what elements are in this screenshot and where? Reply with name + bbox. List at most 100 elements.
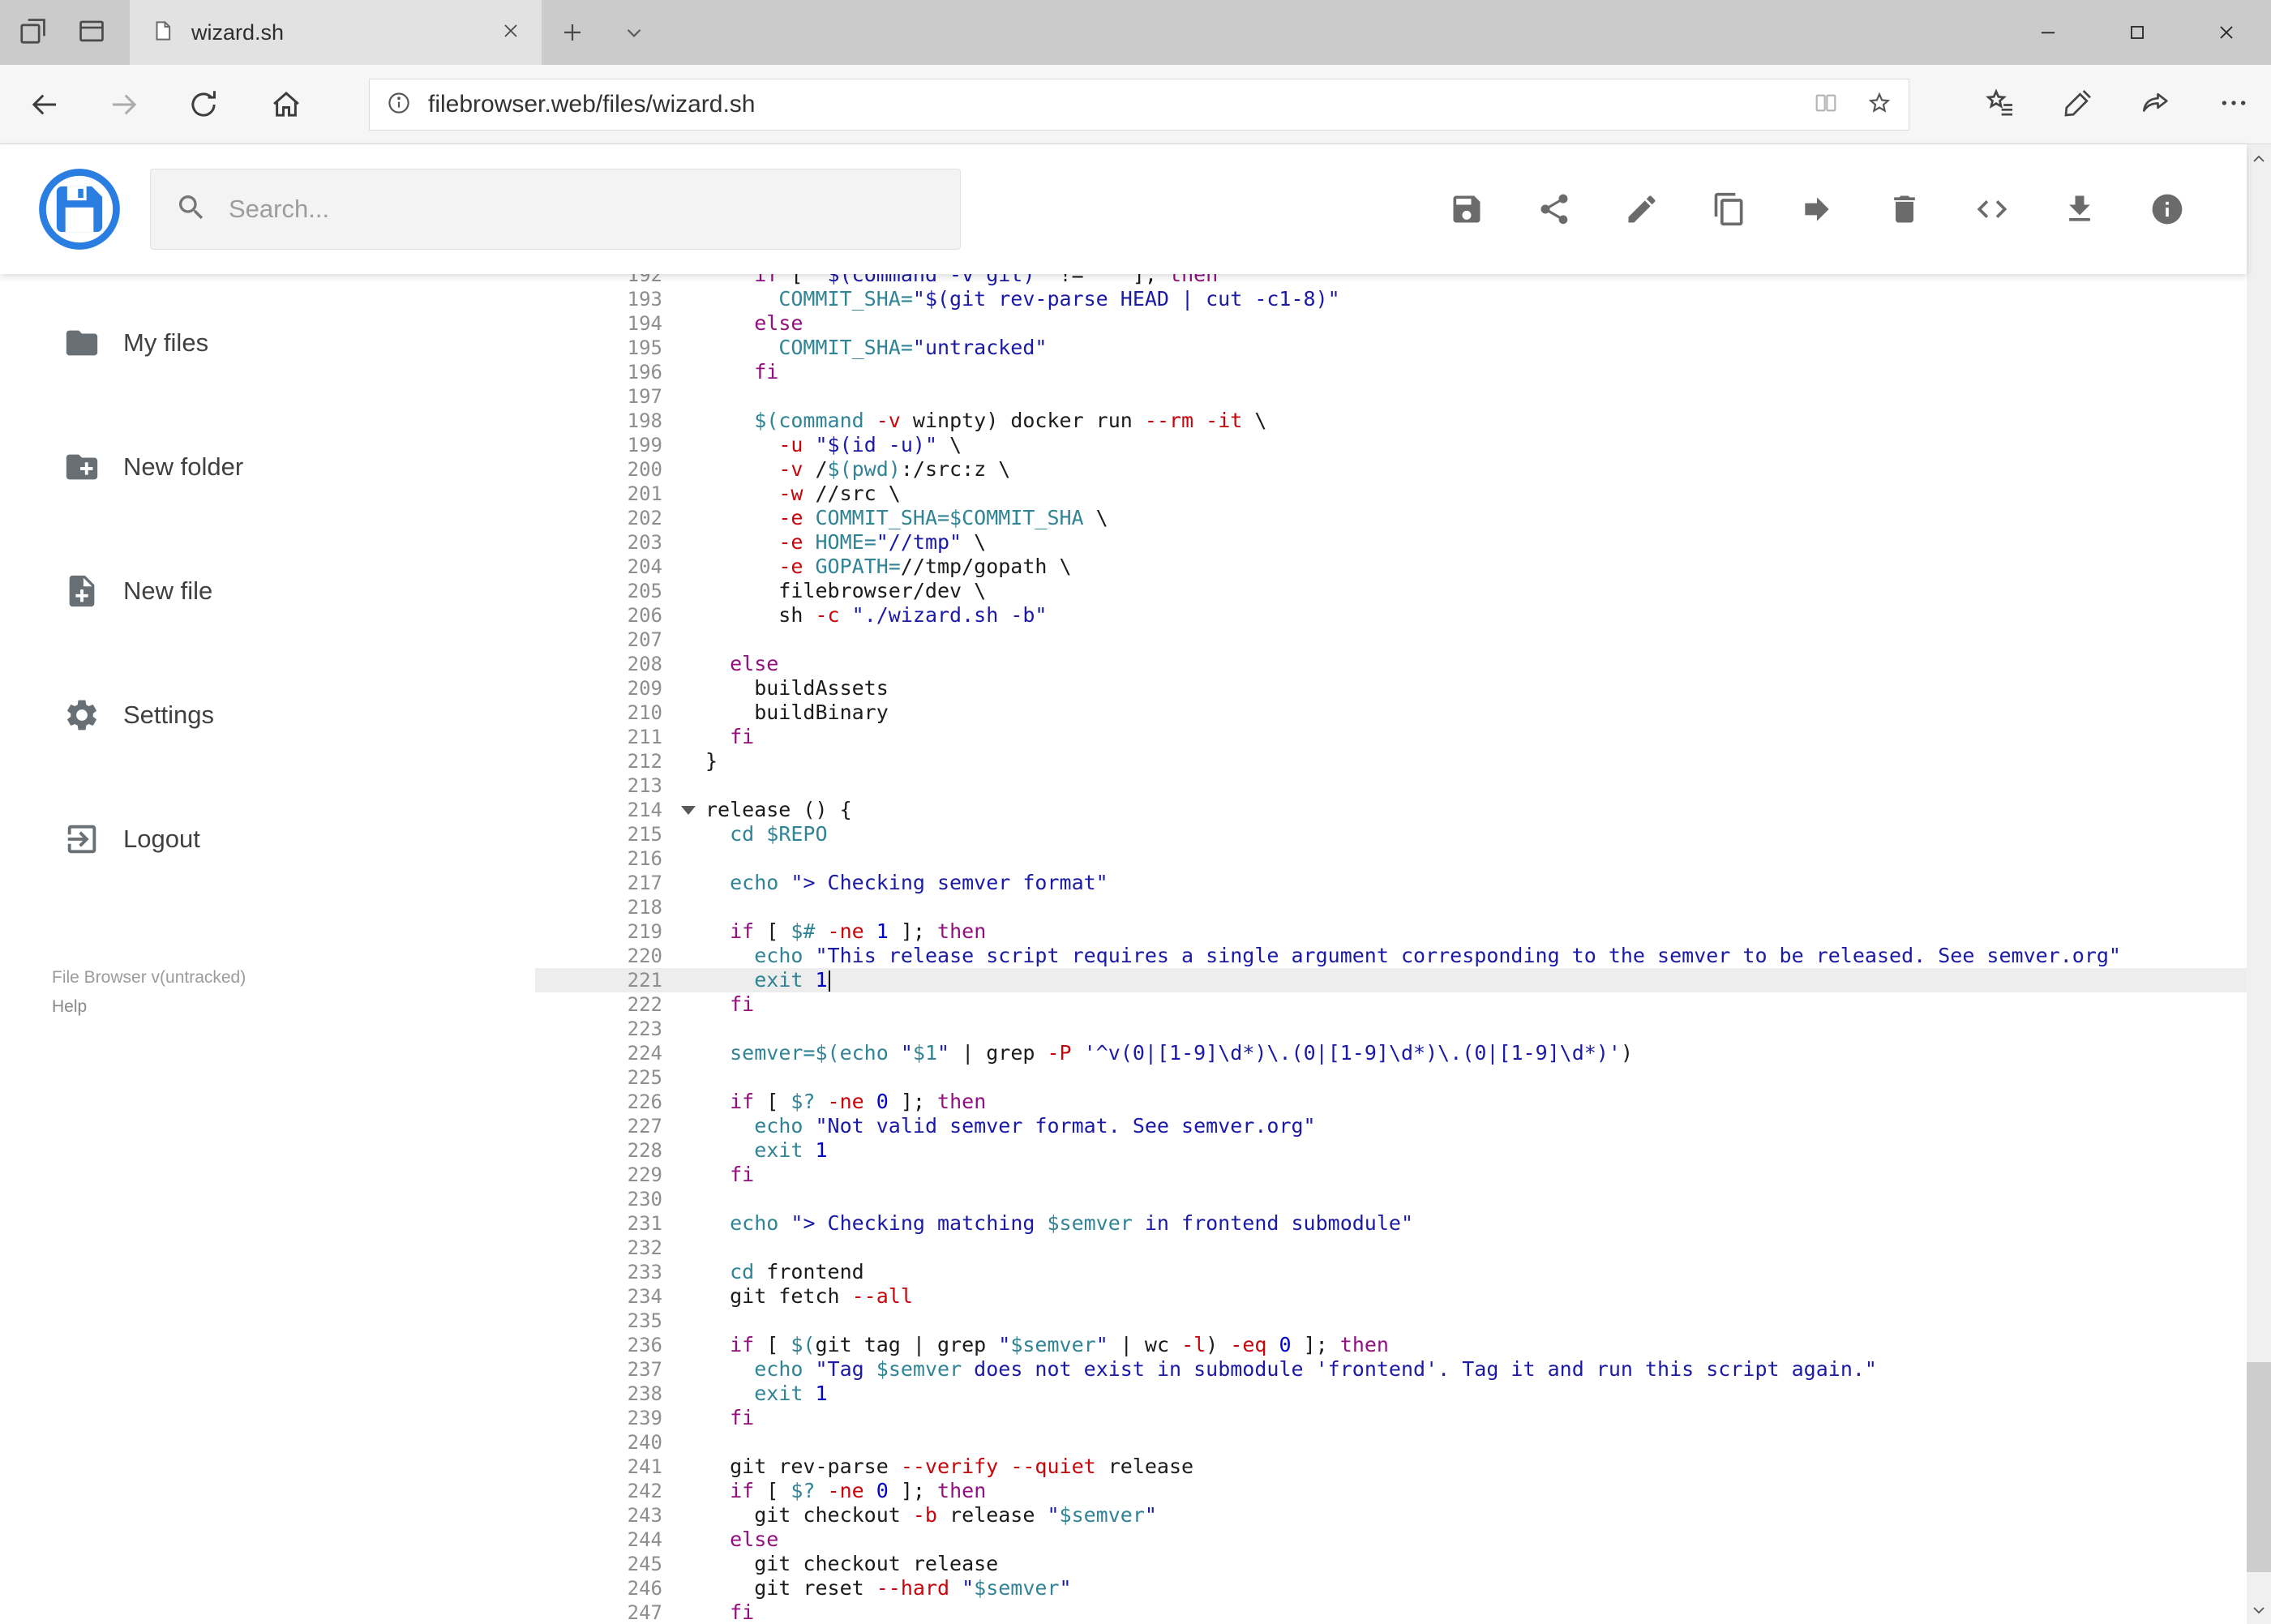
delete-icon[interactable] [1887,191,1922,227]
code-line[interactable]: 209 buildAssets [535,676,2247,701]
url-text[interactable]: filebrowser.web/files/wizard.sh [428,91,1813,118]
close-button[interactable] [2182,0,2271,65]
tab-close-icon[interactable] [501,21,521,45]
code-line[interactable]: 197 [535,384,2247,409]
sidebar-item-my-files[interactable]: My files [0,281,535,405]
hub-icon[interactable] [1984,87,2016,123]
move-icon[interactable] [1799,191,1835,227]
code-line[interactable]: 206 sh -c "./wizard.sh -b" [535,603,2247,628]
code-line[interactable]: 217 echo "> Checking semver format" [535,871,2247,895]
app-logo[interactable] [37,167,122,251]
copy-icon[interactable] [1712,191,1747,227]
browser-tab[interactable]: wizard.sh [130,0,542,65]
code-line[interactable]: 210 buildBinary [535,701,2247,725]
code-line[interactable]: 232 [535,1236,2247,1260]
download-icon[interactable] [2062,191,2097,227]
search-bar[interactable] [150,169,961,250]
code-line[interactable]: 201 -w //src \ [535,482,2247,506]
code-line[interactable]: 211 fi [535,725,2247,749]
code-line[interactable]: 202 -e COMMIT_SHA=$COMMIT_SHA \ [535,506,2247,530]
new-tab-button[interactable] [548,0,597,65]
code-line[interactable]: 238 exit 1 [535,1382,2247,1406]
sidebar-item-logout[interactable]: Logout [0,777,535,901]
tab-preview-chevron-icon[interactable] [610,0,658,65]
code-line[interactable]: 193 COMMIT_SHA="$(git rev-parse HEAD | c… [535,287,2247,311]
edit-icon[interactable] [1624,191,1660,227]
share-icon[interactable] [1536,191,1572,227]
code-line[interactable]: 237 echo "Tag $semver does not exist in … [535,1357,2247,1382]
help-link[interactable]: Help [52,992,246,1022]
save-icon[interactable] [1449,191,1485,227]
code-line[interactable]: 203 -e HOME="//tmp" \ [535,530,2247,555]
code-line[interactable]: 207 [535,628,2247,652]
code-line[interactable]: 194 else [535,311,2247,336]
more-options-icon[interactable] [2217,87,2250,123]
tabs-preview-icon[interactable] [76,15,107,50]
code-line[interactable]: 230 [535,1187,2247,1211]
url-field[interactable]: filebrowser.web/files/wizard.sh [369,79,1909,131]
code-line[interactable]: 215 cd $REPO [535,822,2247,846]
set-tabs-aside-icon[interactable] [18,15,49,50]
code-line[interactable]: 229 fi [535,1163,2247,1187]
annotate-icon[interactable] [2062,87,2094,123]
code-line[interactable]: 198 $(command -v winpty) docker run --rm… [535,409,2247,433]
code-line[interactable]: 192 if [ "$(command -v git)" != "" ]; th… [535,274,2247,287]
code-line[interactable]: 241 git rev-parse --verify --quiet relea… [535,1455,2247,1479]
search-input[interactable] [229,195,936,224]
page-info-icon[interactable] [386,90,412,120]
code-line[interactable]: 199 -u "$(id -u)" \ [535,433,2247,457]
code-line[interactable]: 221 exit 1 [535,968,2247,992]
info-icon[interactable] [2149,191,2185,227]
minimize-button[interactable] [2003,0,2093,65]
code-line[interactable]: 245 git checkout release [535,1552,2247,1576]
code-editor[interactable]: 192 if [ "$(command -v git)" != "" ]; th… [535,274,2247,1624]
forward-button[interactable] [99,65,149,144]
reading-view-icon[interactable] [1813,90,1839,120]
code-line[interactable]: 216 [535,846,2247,871]
code-line[interactable]: 231 echo "> Checking matching $semver in… [535,1211,2247,1236]
code-line[interactable]: 220 echo "This release script requires a… [535,944,2247,968]
code-line[interactable]: 240 [535,1430,2247,1455]
code-line[interactable]: 219 if [ $# -ne 1 ]; then [535,919,2247,944]
page-scrollbar[interactable] [2247,144,2271,1624]
code-line[interactable]: 234 git fetch --all [535,1284,2247,1309]
code-line[interactable]: 196 fi [535,360,2247,384]
code-line[interactable]: 212} [535,749,2247,773]
sidebar-item-new-file[interactable]: New file [0,529,535,653]
code-line[interactable]: 223 [535,1017,2247,1041]
code-line[interactable]: 236 if [ $(git tag | grep "$semver" | wc… [535,1333,2247,1357]
code-line[interactable]: 208 else [535,652,2247,676]
scrollbar-down-icon[interactable] [2247,1596,2271,1624]
code-line[interactable]: 242 if [ $? -ne 0 ]; then [535,1479,2247,1503]
code-icon[interactable] [1974,191,2010,227]
browser-share-icon[interactable] [2140,87,2172,123]
code-line[interactable]: 222 fi [535,992,2247,1017]
favorite-star-icon[interactable] [1866,90,1892,120]
code-line[interactable]: 247 fi [535,1600,2247,1624]
sidebar-item-settings[interactable]: Settings [0,653,535,777]
code-line[interactable]: 246 git reset --hard "$semver" [535,1576,2247,1600]
home-button[interactable] [261,65,311,144]
code-line[interactable]: 233 cd frontend [535,1260,2247,1284]
code-line[interactable]: 204 -e GOPATH=//tmp/gopath \ [535,555,2247,579]
fold-arrow-icon[interactable] [681,806,696,815]
code-line[interactable]: 200 -v /$(pwd):/src:z \ [535,457,2247,482]
scrollbar-thumb[interactable] [2247,1362,2271,1572]
refresh-button[interactable] [178,65,229,144]
maximize-button[interactable] [2093,0,2182,65]
sidebar-item-new-folder[interactable]: New folder [0,405,535,529]
scrollbar-up-icon[interactable] [2247,144,2271,172]
code-line[interactable]: 195 COMMIT_SHA="untracked" [535,336,2247,360]
code-line[interactable]: 205 filebrowser/dev \ [535,579,2247,603]
back-button[interactable] [19,65,70,144]
code-line[interactable]: 214 release () { [535,798,2247,822]
code-line[interactable]: 235 [535,1309,2247,1333]
code-line[interactable]: 225 [535,1065,2247,1090]
code-line[interactable]: 224 semver=$(echo "$1" | grep -P '^v(0|[… [535,1041,2247,1065]
code-line[interactable]: 226 if [ $? -ne 0 ]; then [535,1090,2247,1114]
code-line[interactable]: 244 else [535,1528,2247,1552]
code-line[interactable]: 243 git checkout -b release "$semver" [535,1503,2247,1528]
code-line[interactable]: 218 [535,895,2247,919]
code-line[interactable]: 239 fi [535,1406,2247,1430]
code-line[interactable]: 228 exit 1 [535,1138,2247,1163]
